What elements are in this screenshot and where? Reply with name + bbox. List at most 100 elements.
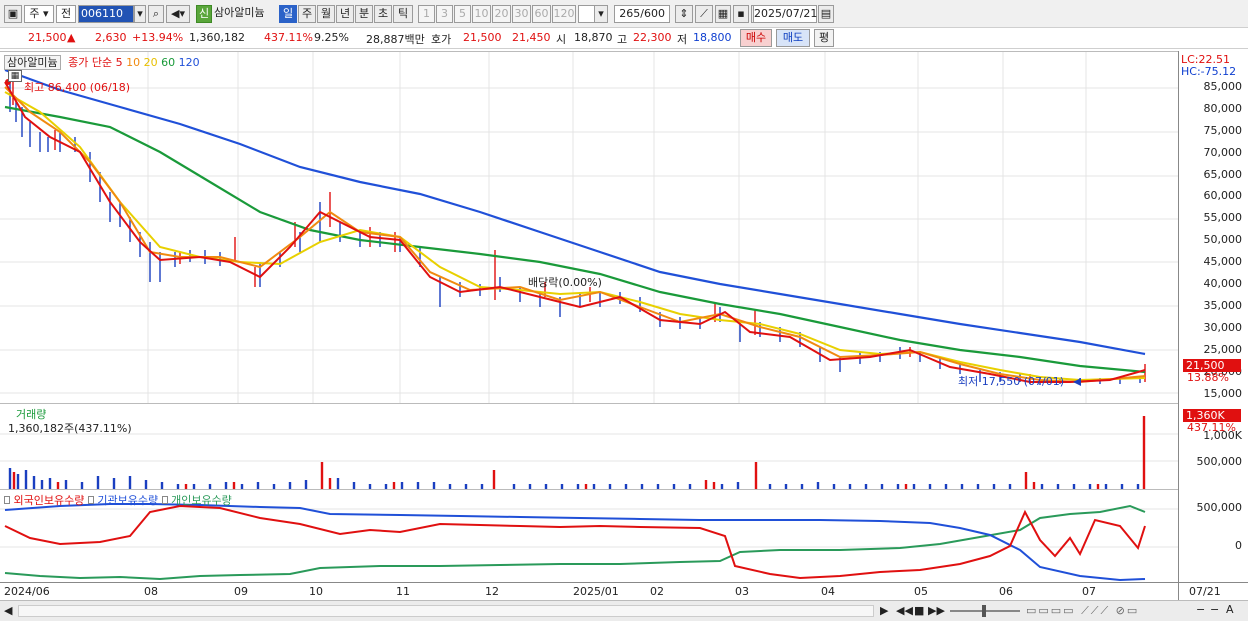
up-arrow-icon: ▲ <box>67 31 76 44</box>
window-menu-icon[interactable]: ▣ <box>4 5 22 23</box>
candle-ticks <box>9 82 1141 385</box>
ma-5-label: 5 <box>115 56 123 69</box>
fast-forward-icon[interactable]: ▶▶ <box>928 604 945 617</box>
ma-10-label: 10 <box>126 56 141 69</box>
search-icon[interactable]: ⌕ <box>148 5 164 23</box>
date-input[interactable]: 2025/07/21 <box>753 5 817 23</box>
font-size-icon[interactable]: A <box>1226 603 1234 616</box>
zoom-out-icon[interactable]: − <box>1196 603 1205 616</box>
chart-grid-icon[interactable]: ▦ <box>8 70 22 82</box>
count-total: /600 <box>640 7 665 20</box>
legend-box-icon <box>161 496 168 504</box>
x-tick: 11 <box>396 585 410 598</box>
current-date-label: 07/21 <box>1189 585 1221 598</box>
x-tick: 03 <box>735 585 749 598</box>
high-note: 최고 86,400 (06/18) <box>24 81 131 94</box>
bid-price: 21,450 <box>512 31 551 44</box>
interval-dropdown-icon[interactable]: ▾ <box>594 5 608 23</box>
y-tick: 50,000 <box>1203 233 1243 246</box>
dropdown-arrow-icon[interactable]: ▾ <box>134 5 146 23</box>
sell-button[interactable]: 매도 <box>776 29 810 47</box>
x-tick: 07 <box>1082 585 1096 598</box>
y-tick: 15,000 <box>1203 387 1243 400</box>
x-axis-right: 07/21 <box>1178 582 1248 600</box>
holdings-axis: 500,000 0 <box>1178 489 1248 582</box>
x-tick: 08 <box>144 585 158 598</box>
interval-3[interactable]: 3 <box>436 5 453 23</box>
chart-tools-icons[interactable]: ▭▭▭▭ ⟋⟋⟋ ⊘▭ <box>1026 604 1139 618</box>
interval-20[interactable]: 20 <box>492 5 511 23</box>
calendar-icon[interactable]: ▤ <box>818 5 834 23</box>
period-year[interactable]: 년 <box>336 5 354 23</box>
stop-icon[interactable]: ■ <box>914 604 924 617</box>
volume-chart <box>0 416 1178 490</box>
y-tick: 80,000 <box>1203 102 1243 115</box>
period-week[interactable]: 주 <box>298 5 316 23</box>
eval-button[interactable]: 평 <box>814 29 834 47</box>
save-icon[interactable]: ▪ <box>733 5 749 23</box>
high-label: 고 <box>617 33 628 46</box>
scrollbar-track[interactable] <box>18 605 874 617</box>
buy-button[interactable]: 매수 <box>740 29 772 47</box>
scroll-left-icon[interactable]: ◀ <box>4 604 12 617</box>
interval-5[interactable]: 5 <box>454 5 471 23</box>
y-tick: 25,000 <box>1203 343 1243 356</box>
price-axis: LC:22.51 HC:-75.12 85,000 80,000 75,000 … <box>1178 51 1248 403</box>
x-tick: 06 <box>999 585 1013 598</box>
speaker-icon[interactable]: ◀▾ <box>166 5 190 23</box>
candle-type-icon[interactable]: ⇕ <box>675 5 693 23</box>
stock-code-input[interactable]: 006110 <box>78 5 134 23</box>
minus-icon[interactable]: − <box>1210 603 1219 616</box>
line-tool-icon[interactable]: ⟋ <box>695 5 713 23</box>
volume-bars-up <box>12 416 1146 490</box>
grid-icon[interactable]: ▦ <box>715 5 731 23</box>
period-day[interactable]: 일 <box>279 5 297 23</box>
count-input[interactable]: 265/600 <box>614 5 670 23</box>
x-tick: 05 <box>914 585 928 598</box>
x-tick: 10 <box>309 585 323 598</box>
period-minute[interactable]: 분 <box>355 5 373 23</box>
x-tick: 12 <box>485 585 499 598</box>
institution-holdings-line <box>4 503 1146 582</box>
quote-bar: 21,500 ▲ 2,630 +13.94% 1,360,182 437.11%… <box>0 28 1248 49</box>
rewind-icon[interactable]: ◀◀ <box>896 604 913 617</box>
volume: 1,360,182 <box>189 31 245 44</box>
y-tick: 85,000 <box>1203 80 1243 93</box>
scroll-toolbar: ◀ ▶ ◀◀ ■ ▶▶ ▭▭▭▭ ⟋⟋⟋ ⊘▭ − − A <box>0 600 1248 621</box>
interval-30[interactable]: 30 <box>512 5 531 23</box>
low-price: 18,800 <box>693 31 732 44</box>
low-note: 최저 17,550 (07/01) <box>958 375 1065 388</box>
volume-axis: 1,000K 500,000 1,360K 437.11% <box>1178 403 1248 489</box>
play-icon[interactable]: ▶ <box>880 604 888 617</box>
x-tick: 09 <box>234 585 248 598</box>
zoom-slider-handle[interactable] <box>982 605 986 617</box>
market-select[interactable]: 주 ▾ <box>24 5 54 23</box>
y-tick: 70,000 <box>1203 146 1243 159</box>
ask-price: 21,500 <box>463 31 502 44</box>
interval-10[interactable]: 10 <box>472 5 491 23</box>
individual-holdings-label: 개인보유수량 <box>171 494 232 507</box>
interval-1[interactable]: 1 <box>418 5 435 23</box>
credit-badge: 신 <box>196 5 212 23</box>
period-month[interactable]: 월 <box>317 5 335 23</box>
interval-120[interactable]: 120 <box>552 5 576 23</box>
ma-60-line <box>4 105 1146 374</box>
x-tick: 2024/06 <box>4 585 50 598</box>
price-legend: 삼아알미늄 종가 단순 5 10 20 60 120 <box>4 54 200 70</box>
ask-label: 호가 <box>431 33 452 46</box>
stock-name: 삼아알미늄 <box>214 6 265 19</box>
prev-select[interactable]: 전 <box>56 5 76 23</box>
volume-percent: 437.11% <box>264 31 313 44</box>
x-tick: 02 <box>650 585 664 598</box>
ma-120-line <box>4 68 1146 356</box>
ma-60-label: 60 <box>161 56 176 69</box>
foreign-holdings-label: 외국인보유수량 <box>13 494 85 507</box>
period-tick[interactable]: 틱 <box>393 5 413 23</box>
interval-60[interactable]: 60 <box>532 5 551 23</box>
holdings-y-tick: 500,000 <box>1196 501 1243 514</box>
x-axis: 2024/06 08 09 10 11 12 2025/01 02 03 04 … <box>0 582 1178 600</box>
volume-y-tick: 500,000 <box>1196 455 1243 468</box>
period-second[interactable]: 초 <box>374 5 392 23</box>
legend-box-icon <box>87 496 94 504</box>
y-tick: 60,000 <box>1203 189 1243 202</box>
